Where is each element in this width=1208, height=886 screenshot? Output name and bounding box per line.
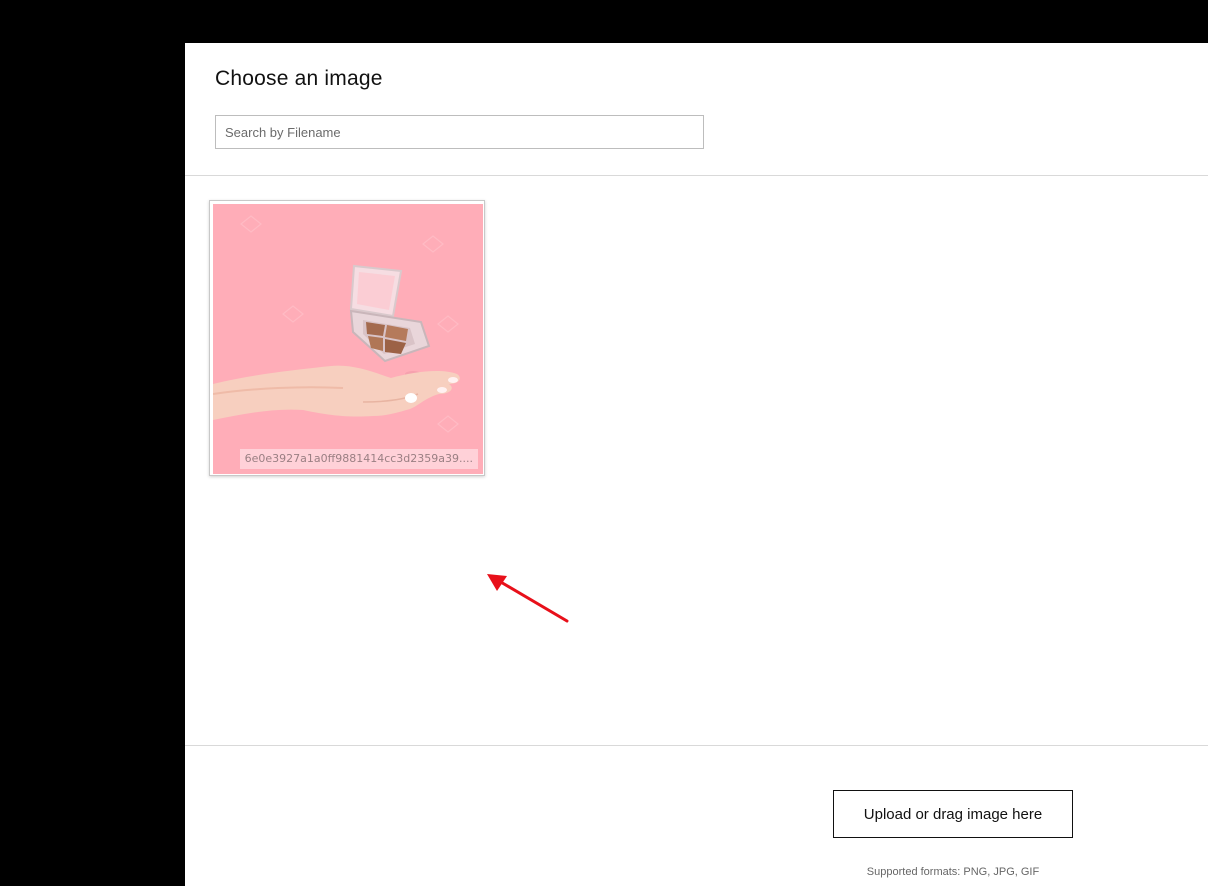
search-input[interactable] <box>215 115 704 149</box>
supported-formats-note: Supported formats: PNG, JPG, GIF <box>866 866 1040 878</box>
image-gallery: 6e0e3927a1a0ff9881414cc3d2359a39.... <box>185 176 1208 745</box>
thumbnail-filename: 6e0e3927a1a0ff9881414cc3d2359a39.... <box>239 449 478 469</box>
upload-image-button[interactable]: Upload or drag image here <box>833 790 1073 838</box>
image-picker-dialog: Choose an image Search by Filename 6e0e3… <box>185 43 1208 886</box>
dialog-header: Choose an image <box>185 43 1208 176</box>
dialog-title: Choose an image <box>215 67 383 90</box>
product-photo-icon <box>213 204 483 474</box>
thumbnail-image <box>213 204 483 474</box>
image-thumbnail-card[interactable]: 6e0e3927a1a0ff9881414cc3d2359a39.... <box>209 200 485 476</box>
dialog-footer: Upload or drag image here Supported form… <box>185 745 1208 886</box>
annotation-arrow-icon <box>487 574 569 623</box>
